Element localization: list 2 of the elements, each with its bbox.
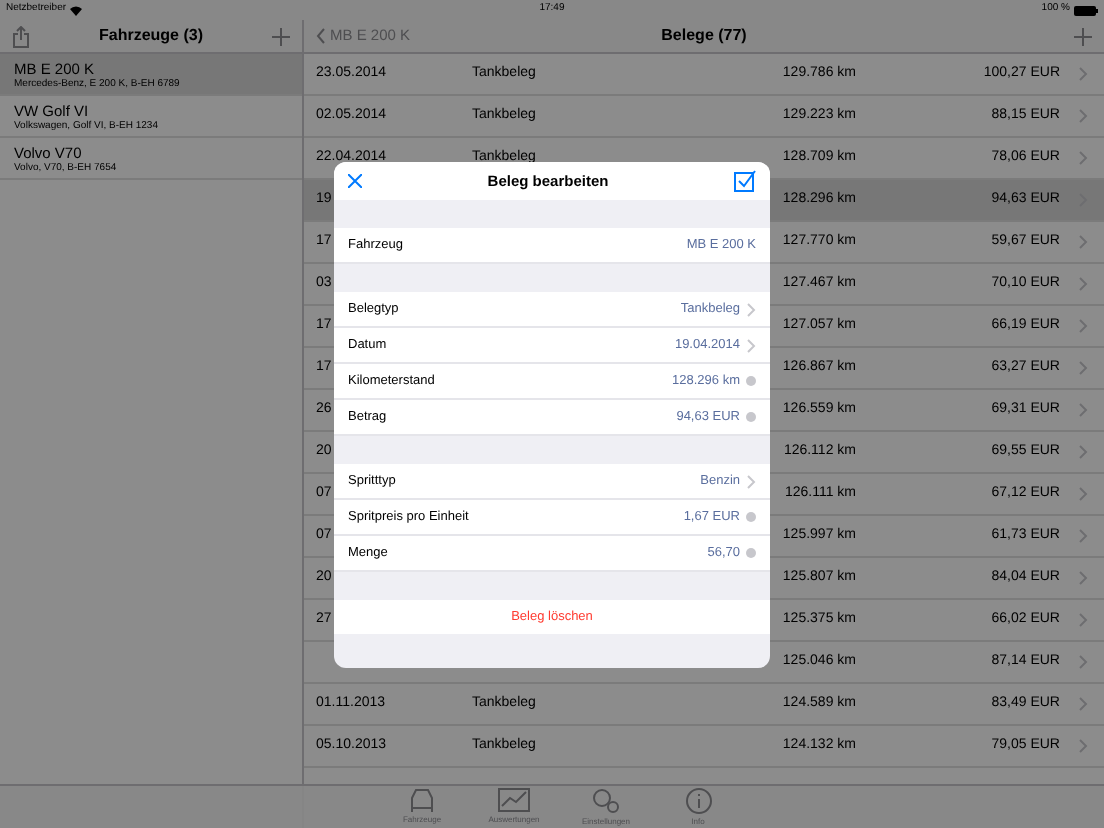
receipts-title: Belege (77)	[661, 24, 747, 48]
sidebar-title: Fahrzeuge (3)	[98, 24, 203, 48]
